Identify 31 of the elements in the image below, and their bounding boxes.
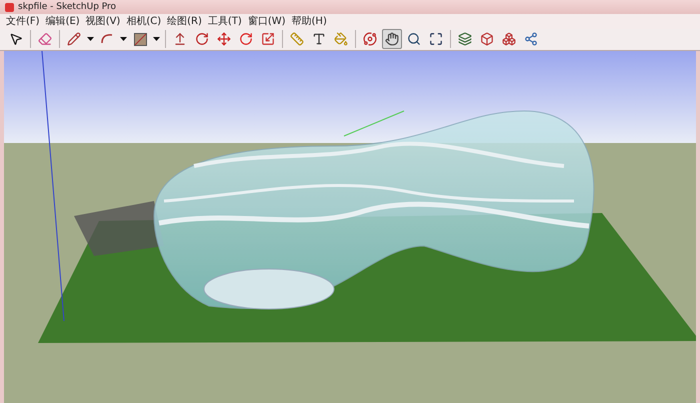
- tape-measure-icon: [290, 32, 304, 46]
- tool-button[interactable]: [382, 29, 402, 50]
- push-pull-icon: [173, 32, 187, 46]
- horizontal-axis-line: [344, 110, 404, 136]
- hand-icon: [385, 32, 399, 46]
- layers-icon: [458, 32, 472, 46]
- paint-bucket-icon: [334, 32, 348, 46]
- rectangle-icon: [134, 32, 146, 46]
- menu-item[interactable]: 工具(T): [208, 16, 242, 28]
- orbit-icon: [363, 32, 377, 46]
- box-icon: [480, 32, 494, 46]
- eraser-icon: [38, 32, 52, 46]
- boxes-icon: [502, 32, 516, 46]
- zoom-extents-icon: [429, 32, 443, 46]
- scale-icon: [261, 32, 275, 46]
- move-icon: [217, 32, 231, 46]
- menu-item[interactable]: 文件(F): [6, 16, 40, 28]
- menu-item[interactable]: 相机(C): [126, 16, 162, 28]
- menu-item[interactable]: 视图(V): [86, 16, 120, 28]
- pencil-icon: [67, 32, 81, 46]
- menu-item[interactable]: 绘图(R): [167, 16, 202, 28]
- text-icon: [312, 32, 326, 46]
- menu-item[interactable]: 窗口(W): [248, 16, 286, 28]
- search-icon: [407, 32, 421, 46]
- share-icon: [524, 32, 538, 46]
- app-logo-icon: [5, 2, 14, 12]
- window-title: skpfile - SketchUp Pro: [18, 2, 116, 12]
- rotate-icon: [239, 32, 253, 46]
- menu-item[interactable]: 帮助(H): [292, 16, 327, 28]
- select-arrow-icon: [9, 32, 23, 46]
- menu-item[interactable]: 编辑(E): [46, 16, 80, 28]
